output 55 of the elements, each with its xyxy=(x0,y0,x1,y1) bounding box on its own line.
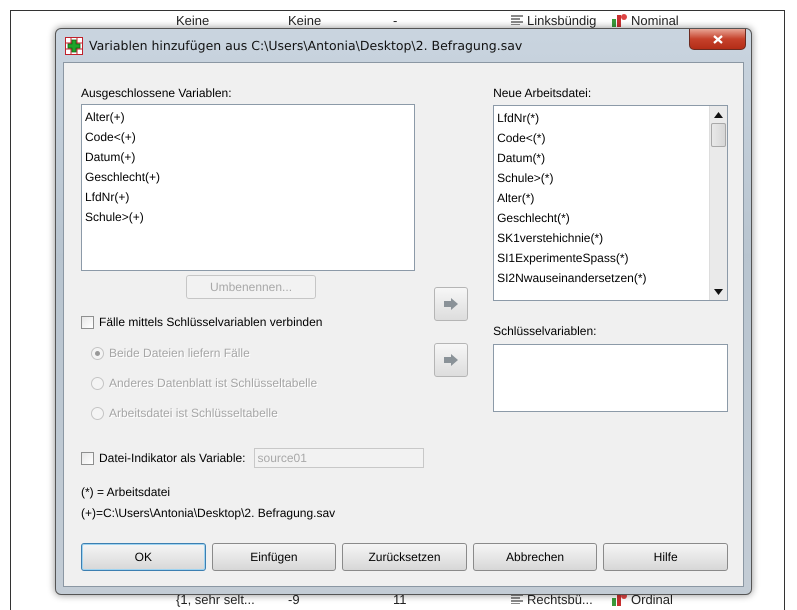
arrow-right-icon xyxy=(442,354,459,366)
table-cell: Linksbündig xyxy=(527,12,596,28)
align-icon xyxy=(511,594,523,604)
close-icon xyxy=(712,34,722,44)
list-box[interactable]: LfdNr(*) Code<(*) Datum(*) Schule>(*) Alter(*) Geschlecht(*) SK1verstehichnie(*) SI1ExperimenteSpass(*) SI2Nwauseinandersetzen(*) xyxy=(493,105,728,301)
close-button[interactable] xyxy=(689,29,746,50)
list-item[interactable]: Schule>(+) xyxy=(85,207,144,227)
table-cell: Nominal xyxy=(631,12,679,28)
list-item[interactable]: Geschlecht(+) xyxy=(85,167,160,187)
window-title: Variablen hinzufügen aus C:\Users\Antonia\Desktop\2. Befragung.sav xyxy=(89,38,524,53)
paste-button[interactable]: Einfügen xyxy=(212,543,336,571)
table-cell: {1, sehr selt... xyxy=(176,592,255,606)
table-cell: - xyxy=(393,12,398,28)
table-cell: -9 xyxy=(288,592,300,606)
list-item[interactable]: Schule>(*) xyxy=(497,168,554,188)
table-cell: 11 xyxy=(393,592,406,606)
list-item[interactable]: SK1verstehichnie(*) xyxy=(497,228,604,248)
arrow-right-icon xyxy=(442,298,459,310)
move-button[interactable] xyxy=(434,287,468,321)
list-item[interactable]: SI2Nwauseinandersetzen(*) xyxy=(497,268,647,288)
list-item[interactable]: Code<(+) xyxy=(85,127,136,147)
list-box[interactable] xyxy=(493,344,728,412)
legend-text: (*) = Arbeitsdatei xyxy=(81,484,170,500)
table-cell: Keine xyxy=(176,12,210,28)
checkbox-label[interactable]: Fälle mittels Schlüsselvariablen verbinden xyxy=(99,315,322,329)
list-label: Schlüsselvariablen: xyxy=(493,323,598,339)
list-item[interactable]: Code<(*) xyxy=(497,128,546,148)
list-item[interactable]: Datum(+) xyxy=(85,147,136,167)
list-item[interactable]: SI1ExperimenteSpass(*) xyxy=(497,248,628,268)
table-cell: Keine xyxy=(288,12,322,28)
list-label: Ausgeschlossene Variablen: xyxy=(81,85,233,101)
help-button[interactable]: Hilfe xyxy=(603,543,728,571)
scroll-down-icon[interactable] xyxy=(714,288,723,294)
list-item[interactable]: Datum(*) xyxy=(497,148,546,168)
scroll-up-icon[interactable] xyxy=(714,112,723,118)
cancel-button[interactable]: Abbrechen xyxy=(472,543,598,571)
move-button[interactable] xyxy=(434,343,468,377)
ok-button[interactable]: OK xyxy=(81,543,206,571)
table-cell: Ordinal xyxy=(631,592,673,606)
scroll-thumb[interactable] xyxy=(711,123,726,147)
list-label: Neue Arbeitsdatei: xyxy=(493,85,592,101)
legend-text: (+)=C:\Users\Antonia\Desktop\2. Befragung.sav xyxy=(81,505,336,521)
list-item[interactable]: LfdNr(*) xyxy=(497,108,540,128)
reset-button[interactable]: Zurücksetzen xyxy=(342,543,467,571)
scrollbar[interactable] xyxy=(709,106,727,300)
measure-icon xyxy=(611,13,627,27)
list-item[interactable]: Alter(*) xyxy=(497,188,534,208)
align-icon xyxy=(511,15,523,25)
list-item[interactable]: Alter(+) xyxy=(85,107,125,127)
table-cell: Rechtsbü... xyxy=(527,592,593,606)
list-item[interactable]: Geschlecht(*) xyxy=(497,208,570,228)
list-item[interactable]: LfdNr(+) xyxy=(85,187,130,207)
grid-plus-icon xyxy=(65,36,83,54)
checkbox[interactable] xyxy=(81,316,94,328)
list-box[interactable]: Alter(+) Code<(+) Datum(+) Geschlecht(+) LfdNr(+) Schule>(+) xyxy=(81,104,415,271)
